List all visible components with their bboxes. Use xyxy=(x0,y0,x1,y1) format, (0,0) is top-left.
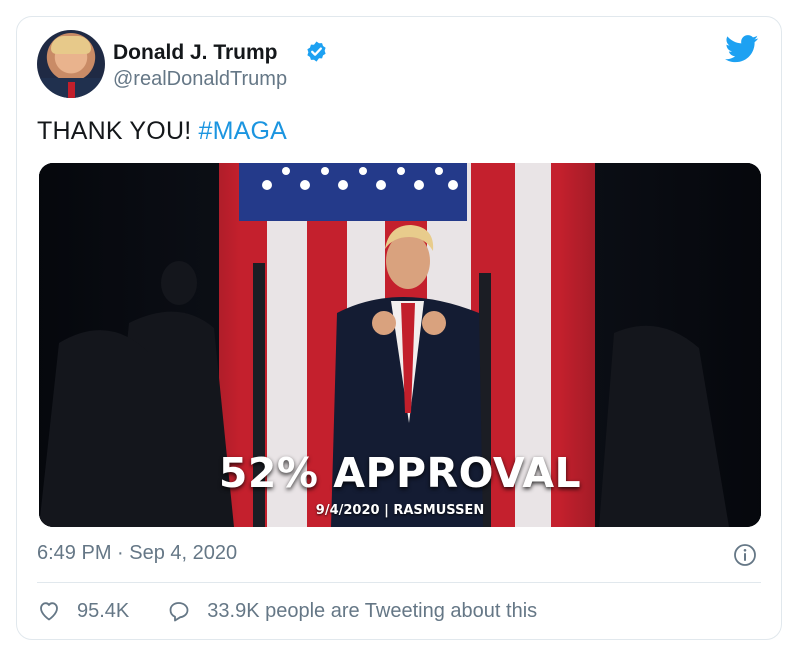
author-handle[interactable]: @realDonaldTrump xyxy=(113,68,287,91)
photo-subline: 9/4/2020 | RASMUSSEN xyxy=(315,503,485,518)
tweet-photo[interactable]: 52% APPROVAL 9/4/2020 | RASMUSSEN xyxy=(39,163,761,527)
verified-badge-icon xyxy=(307,41,326,62)
like-button[interactable]: 95.4K xyxy=(37,599,129,623)
tweet-actions: 95.4K 33.9K people are Tweeting about th… xyxy=(37,597,537,625)
tweet-timestamp[interactable]: 6:49 PM · Sep 4, 2020 xyxy=(37,542,237,565)
tweet-text: THANK YOU! #MAGA xyxy=(37,117,287,146)
hashtag-link[interactable]: #MAGA xyxy=(199,117,288,145)
conversation-text: 33.9K people are Tweeting about this xyxy=(207,599,538,622)
twitter-bird-icon[interactable] xyxy=(725,35,759,63)
photo-headline: 52% APPROVAL xyxy=(218,449,582,497)
author-name[interactable]: Donald J. Trump xyxy=(113,41,278,65)
heart-icon xyxy=(40,602,58,621)
divider xyxy=(37,582,761,583)
avatar[interactable] xyxy=(37,30,105,98)
info-icon[interactable] xyxy=(733,543,757,567)
avatar-hair xyxy=(51,36,91,54)
reply-bubble-icon xyxy=(169,602,189,622)
tweet-card: Donald J. Trump @realDonaldTrump THANK Y… xyxy=(16,16,782,640)
conversation-link[interactable]: 33.9K people are Tweeting about this xyxy=(167,599,537,623)
avatar-tie xyxy=(68,82,75,98)
like-count: 95.4K xyxy=(77,599,130,622)
tweet-body: THANK YOU! xyxy=(37,117,199,145)
